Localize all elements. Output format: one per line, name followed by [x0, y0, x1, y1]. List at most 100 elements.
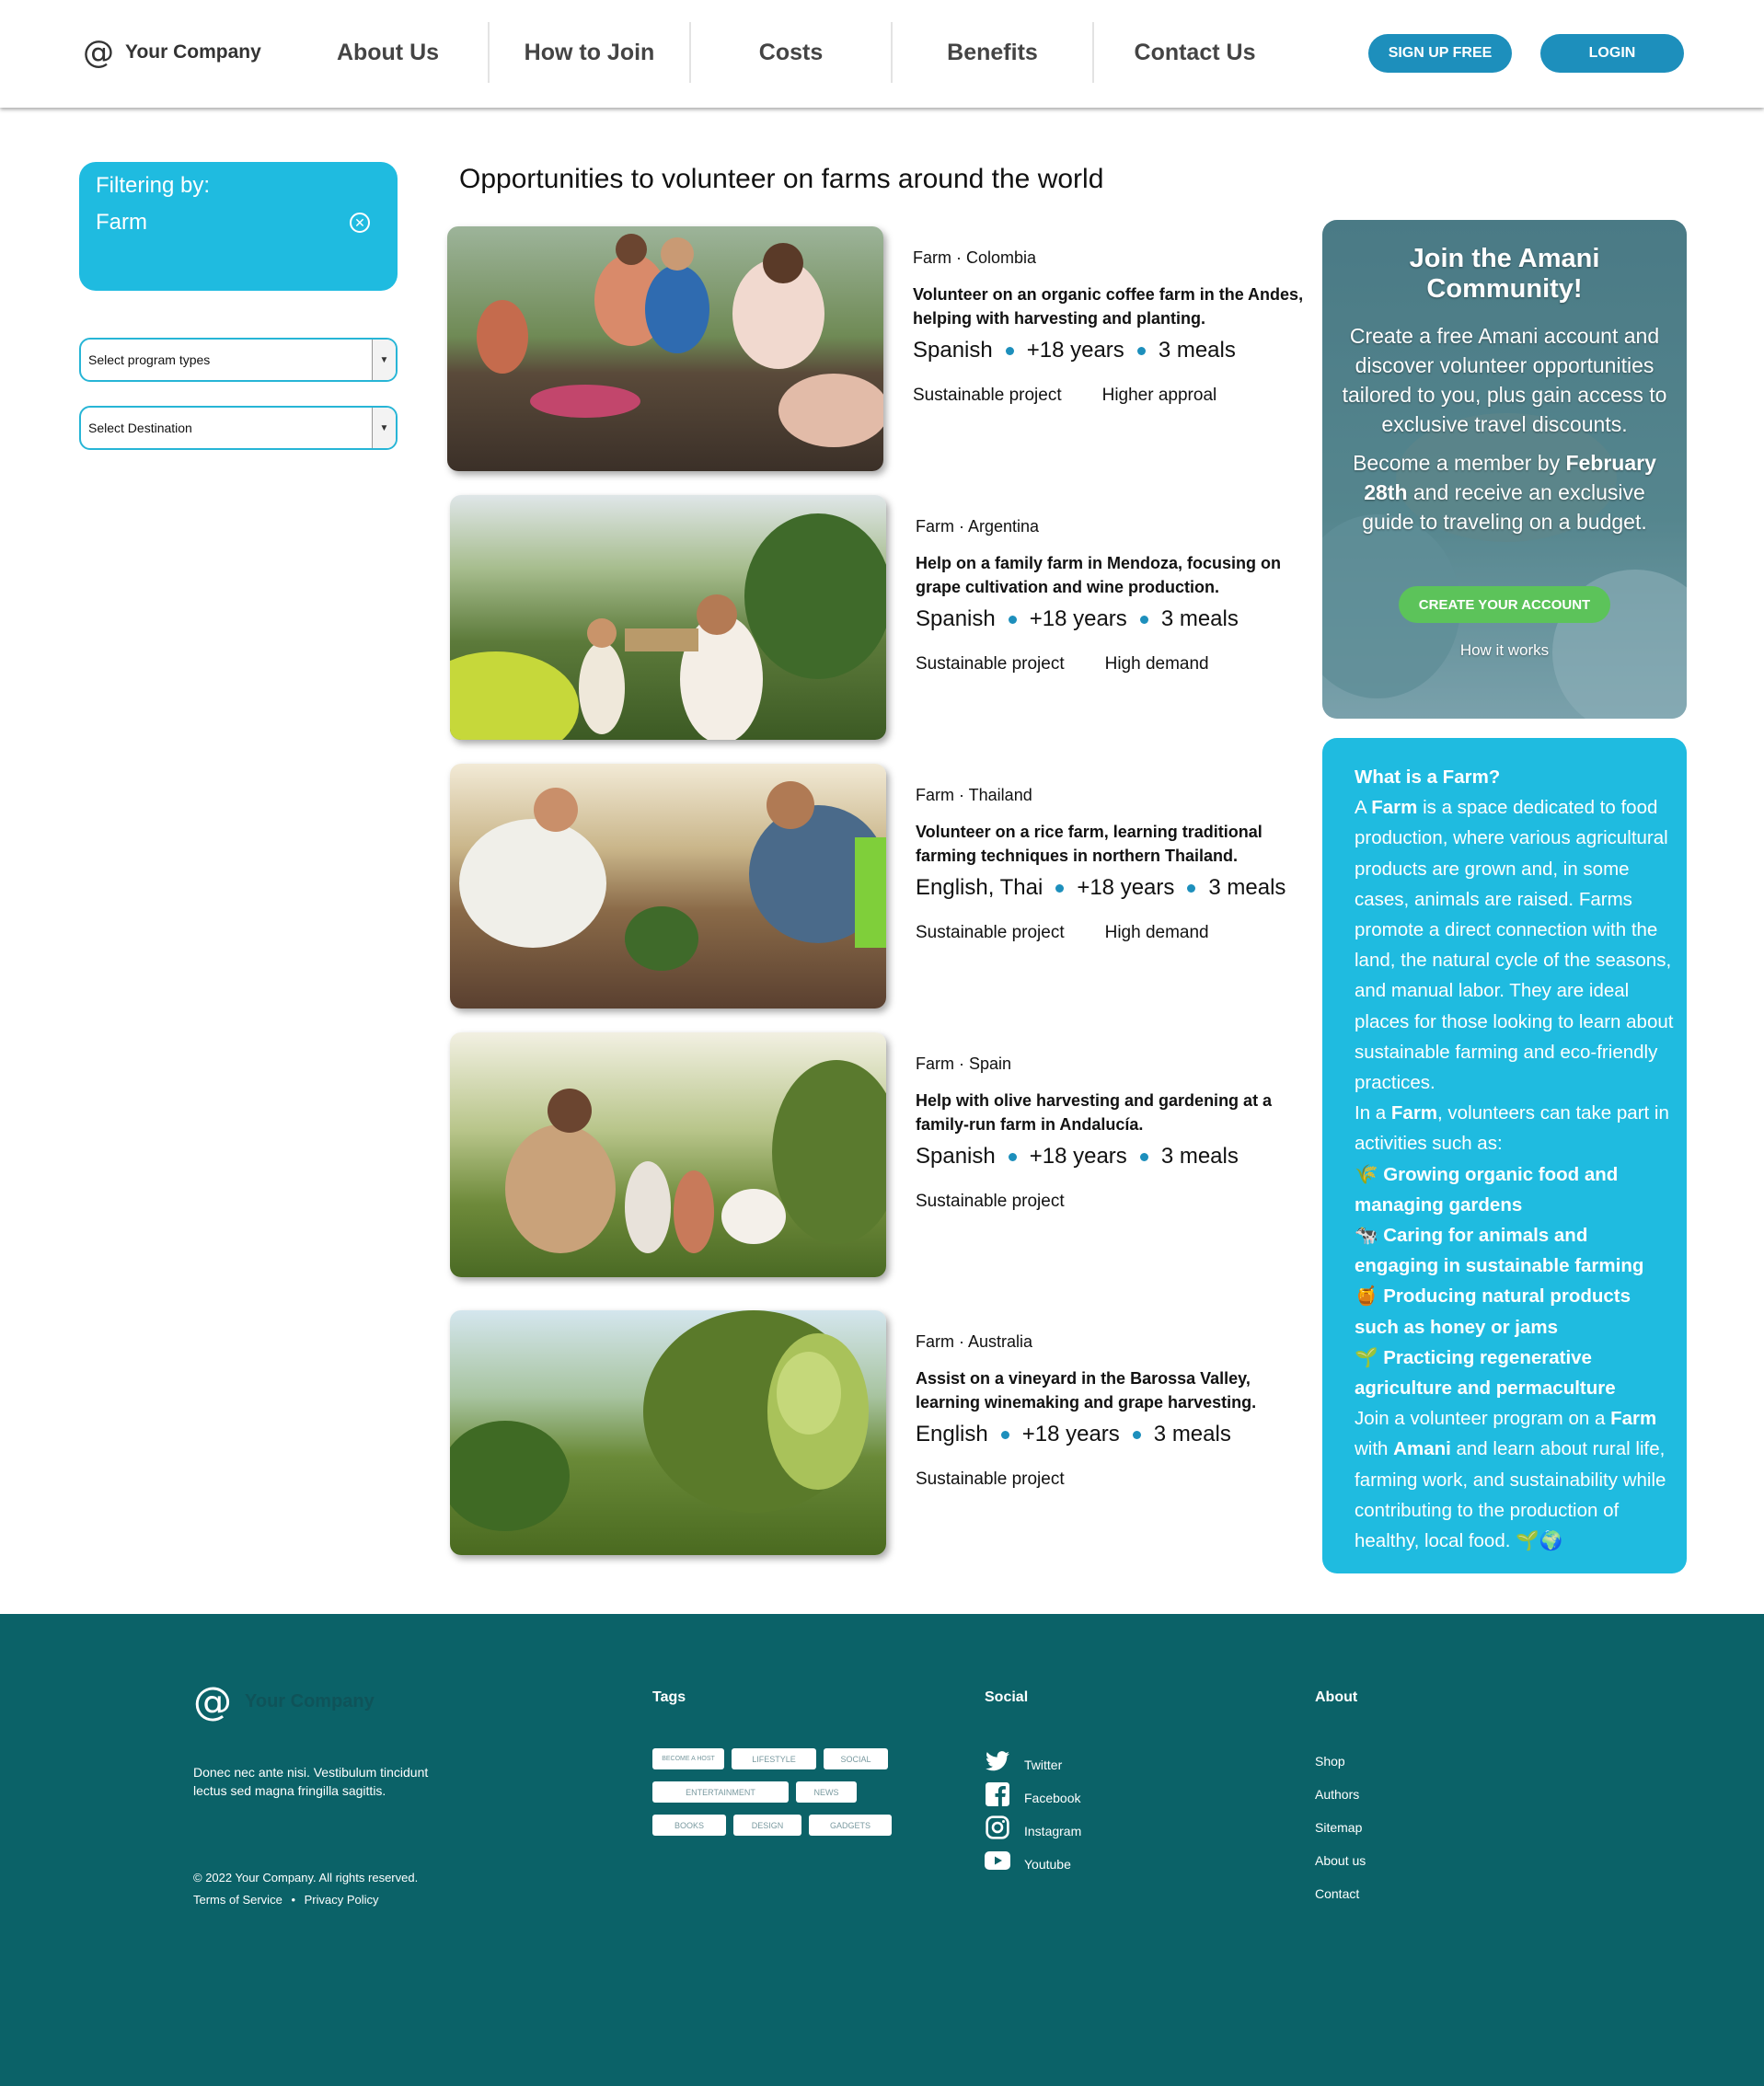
- info-list-item: 🌾 Growing organic food and managing gard…: [1355, 1163, 1619, 1216]
- info-list-item: 🐄 Caring for animals and engaging in sus…: [1355, 1225, 1644, 1277]
- authors-link[interactable]: Authors: [1315, 1778, 1366, 1811]
- bullet-icon: [1000, 1430, 1009, 1439]
- program-type-select[interactable]: Select program types ▼: [79, 338, 398, 382]
- program-type-select-label: Select program types: [88, 352, 211, 367]
- remove-filter-icon[interactable]: ✕: [350, 213, 370, 233]
- tag-gadgets[interactable]: GADGETS: [809, 1815, 892, 1836]
- company-logo[interactable]: @ Your Company: [83, 37, 261, 68]
- instagram-icon[interactable]: [985, 1815, 1010, 1840]
- nav-costs[interactable]: Costs: [691, 22, 893, 83]
- chevron-down-icon[interactable]: ▼: [372, 340, 396, 380]
- card-meals: 3 meals: [1160, 1144, 1239, 1169]
- card-tags: Sustainable project Higher approal: [913, 386, 1309, 406]
- card-language: Spanish: [916, 606, 996, 631]
- card-meals: 3 meals: [1158, 338, 1236, 363]
- card-info-spain: Farm · Spain Help with olive harvesting …: [916, 1055, 1311, 1212]
- logo-text: Your Company: [125, 41, 261, 63]
- tags-list: BECOME A HOST LIFESTYLE SOCIAL ENTERTAIN…: [652, 1748, 892, 1836]
- card-age: +18 years: [1077, 875, 1175, 900]
- card-tag: Sustainable project: [913, 386, 1062, 405]
- about-us-link[interactable]: About us: [1315, 1844, 1366, 1877]
- card-location: Farm · Thailand: [916, 786, 1032, 804]
- card-location: Farm · Colombia: [913, 248, 1037, 267]
- instagram-link[interactable]: Instagram: [1024, 1815, 1081, 1848]
- footer-logo-text: Your Company: [245, 1690, 375, 1711]
- card-tags: Sustainable project High demand: [916, 654, 1311, 674]
- card-location: Farm · Argentina: [916, 517, 1040, 536]
- chevron-down-icon[interactable]: ▼: [372, 408, 396, 448]
- card-image-argentina[interactable]: [450, 495, 886, 740]
- card-tags: Sustainable project: [916, 1469, 1311, 1490]
- shop-link[interactable]: Shop: [1315, 1745, 1366, 1778]
- tag-social[interactable]: SOCIAL: [824, 1748, 888, 1769]
- tag-design[interactable]: DESIGN: [733, 1815, 801, 1836]
- about-heading: About: [1315, 1689, 1358, 1705]
- card-meals: 3 meals: [1160, 606, 1239, 631]
- card-tags: Sustainable project High demand: [916, 923, 1311, 943]
- card-image-spain[interactable]: [450, 1032, 886, 1277]
- card-image-thailand[interactable]: [450, 764, 886, 1008]
- youtube-icon[interactable]: [985, 1848, 1010, 1873]
- info-paragraph: A Farm is a space dedicated to food prod…: [1355, 797, 1674, 1094]
- tag-entertainment[interactable]: ENTERTAINMENT: [652, 1781, 789, 1803]
- card-meta: English +18 years 3 meals: [916, 1422, 1311, 1447]
- card-language: Spanish: [913, 338, 993, 363]
- destination-select[interactable]: Select Destination ▼: [79, 406, 398, 450]
- card-info-thailand: Farm · Thailand Volunteer on a rice farm…: [916, 786, 1311, 943]
- contact-link[interactable]: Contact: [1315, 1877, 1366, 1910]
- bullet-icon: [1136, 346, 1146, 355]
- separator: •: [291, 1893, 295, 1907]
- card-tag: Sustainable project: [916, 923, 1065, 942]
- card-tag: Sustainable project: [916, 654, 1065, 674]
- privacy-link[interactable]: Privacy Policy: [305, 1893, 379, 1907]
- tag-books[interactable]: BOOKS: [652, 1815, 726, 1836]
- footer: @ Your Company Donec nec ante nisi. Vest…: [0, 1614, 1764, 2086]
- info-paragraph: Join a volunteer program on a Farm with …: [1355, 1408, 1666, 1552]
- footer-logo[interactable]: @ Your Company: [193, 1682, 375, 1721]
- nav-about-us[interactable]: About Us: [288, 22, 490, 83]
- card-description[interactable]: Volunteer on an organic coffee farm in t…: [913, 282, 1309, 330]
- bullet-icon: [1187, 883, 1196, 893]
- sitemap-link[interactable]: Sitemap: [1315, 1811, 1366, 1844]
- card-description[interactable]: Volunteer on a rice farm, learning tradi…: [916, 820, 1311, 868]
- card-language: English: [916, 1422, 988, 1446]
- card-age: +18 years: [1029, 606, 1127, 631]
- tag-lifestyle[interactable]: LIFESTYLE: [732, 1748, 816, 1769]
- main-nav: About Us How to Join Costs Benefits Cont…: [288, 22, 1296, 83]
- card-tag: Sustainable project: [916, 1192, 1065, 1211]
- card-image-australia[interactable]: [450, 1310, 886, 1555]
- bullet-icon: [1132, 1430, 1141, 1439]
- terms-link[interactable]: Terms of Service: [193, 1893, 282, 1907]
- nav-contact-us[interactable]: Contact Us: [1094, 22, 1296, 83]
- login-button[interactable]: LOGIN: [1540, 34, 1684, 73]
- card-meals: 3 meals: [1153, 1422, 1231, 1446]
- how-it-works-link[interactable]: How it works: [1335, 641, 1674, 660]
- bullet-icon: [1055, 883, 1065, 893]
- facebook-link[interactable]: Facebook: [1024, 1781, 1081, 1815]
- page-title: Opportunities to volunteer on farms arou…: [459, 164, 1104, 194]
- card-description[interactable]: Assist on a vineyard in the Barossa Vall…: [916, 1366, 1311, 1414]
- nav-how-to-join[interactable]: How to Join: [490, 22, 691, 83]
- youtube-link[interactable]: Youtube: [1024, 1848, 1081, 1881]
- twitter-link[interactable]: Twitter: [1024, 1748, 1081, 1781]
- card-language: Spanish: [916, 1144, 996, 1169]
- card-description[interactable]: Help with olive harvesting and gardening…: [916, 1089, 1311, 1136]
- tag-news[interactable]: NEWS: [796, 1781, 857, 1803]
- header: @ Your Company About Us How to Join Cost…: [0, 0, 1764, 108]
- about-list: Shop Authors Sitemap About us Contact: [1315, 1745, 1366, 1910]
- filter-value: Farm: [96, 210, 147, 235]
- card-image-colombia[interactable]: [447, 226, 883, 471]
- twitter-icon[interactable]: [985, 1748, 1010, 1774]
- nav-benefits[interactable]: Benefits: [893, 22, 1094, 83]
- tag-become-a-host[interactable]: BECOME A HOST: [652, 1748, 724, 1769]
- facebook-icon[interactable]: [985, 1781, 1010, 1807]
- info-list-item: 🌱 Practicing regenerative agriculture an…: [1355, 1346, 1616, 1400]
- filter-box: Filtering by: Farm ✕: [79, 162, 398, 291]
- create-account-button[interactable]: CREATE YOUR ACCOUNT: [1399, 586, 1610, 623]
- card-info-argentina: Farm · Argentina Help on a family farm i…: [916, 517, 1311, 674]
- card-info-colombia: Farm · Colombia Volunteer on an organic …: [913, 248, 1309, 406]
- card-meta: English, Thai +18 years 3 meals: [916, 875, 1311, 901]
- tags-heading: Tags: [652, 1689, 686, 1705]
- signup-button[interactable]: SIGN UP FREE: [1368, 34, 1512, 73]
- card-description[interactable]: Help on a family farm in Mendoza, focusi…: [916, 551, 1311, 599]
